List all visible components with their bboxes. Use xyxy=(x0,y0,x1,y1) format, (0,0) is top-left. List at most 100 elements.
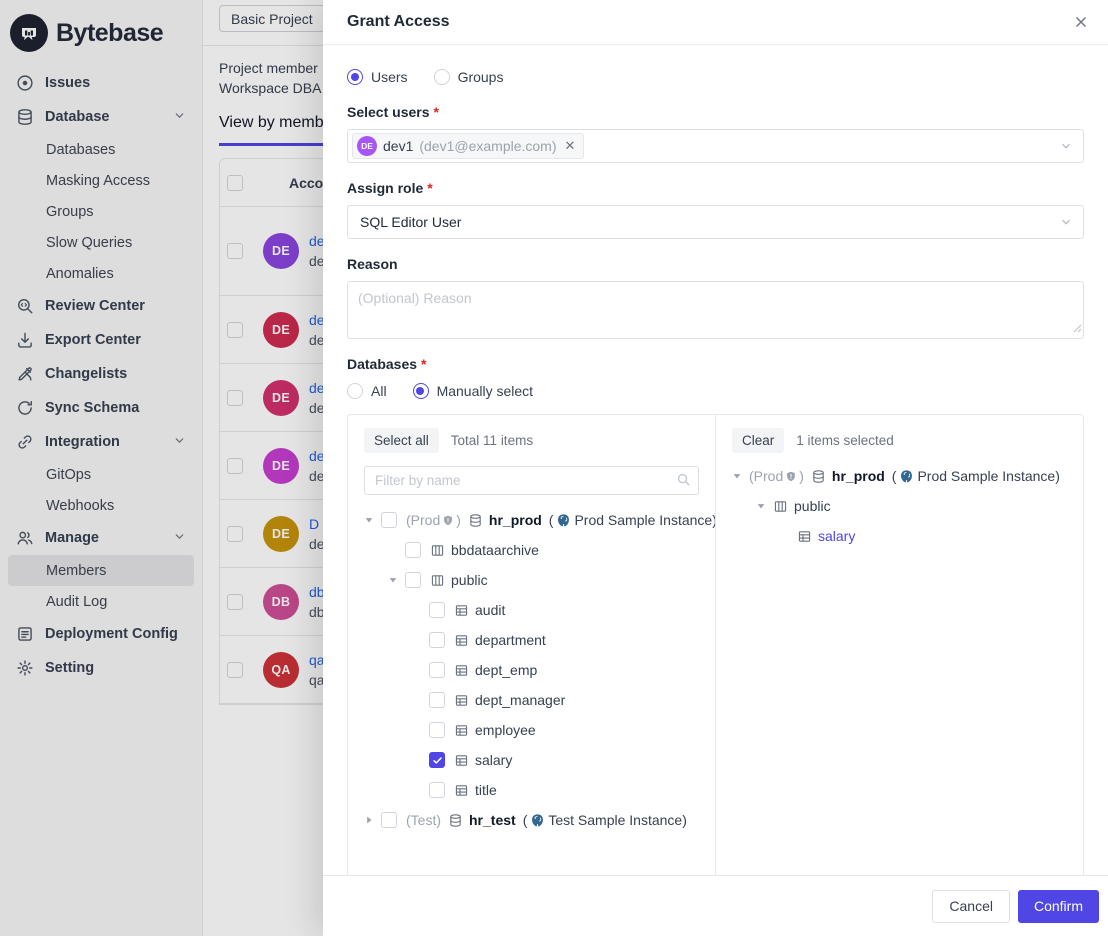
row-checkbox[interactable] xyxy=(227,458,243,474)
sidebar-item-integration[interactable]: Integration xyxy=(8,425,194,459)
table-row[interactable]: DEdede xyxy=(220,364,323,432)
row-checkbox[interactable] xyxy=(227,662,243,678)
row-checkbox[interactable] xyxy=(227,390,243,406)
close-icon[interactable] xyxy=(1070,11,1092,33)
sidebar-item-webhooks[interactable]: Webhooks xyxy=(8,490,194,521)
sidebar-item-slow-queries[interactable]: Slow Queries xyxy=(8,227,194,258)
sidebar-item-label: Webhooks xyxy=(46,498,114,514)
table-row[interactable]: DEdede xyxy=(220,296,323,364)
bytebase-logo[interactable]: Bytebase xyxy=(8,10,194,66)
member-name-link[interactable]: db xyxy=(309,582,323,602)
node-checkbox[interactable] xyxy=(429,722,445,738)
radio-button[interactable] xyxy=(347,383,363,399)
sync-schema-icon xyxy=(16,399,35,418)
node-checkbox[interactable] xyxy=(429,692,445,708)
tab-view-by-members[interactable]: View by members xyxy=(219,114,323,146)
tree-node-salary[interactable]: salary xyxy=(358,745,715,775)
assign-role-select[interactable]: SQL Editor User xyxy=(347,205,1084,239)
tree-node-dept_manager[interactable]: dept_manager xyxy=(358,685,715,715)
tree-node-dept_emp[interactable]: dept_emp xyxy=(358,655,715,685)
node-checkbox[interactable] xyxy=(429,782,445,798)
radio-button[interactable] xyxy=(434,69,450,85)
tree-node-bbdataarchive[interactable]: bbdataarchive xyxy=(358,535,715,565)
tree-node-audit[interactable]: audit xyxy=(358,595,715,625)
sidebar-item-masking-access[interactable]: Masking Access xyxy=(8,165,194,196)
member-name-link[interactable]: D xyxy=(309,514,323,534)
tree-node-employee[interactable]: employee xyxy=(358,715,715,745)
sidebar-item-export-center[interactable]: Export Center xyxy=(8,323,194,357)
radio-button[interactable] xyxy=(413,383,429,399)
select-all-checkbox[interactable] xyxy=(227,175,243,191)
row-checkbox[interactable] xyxy=(227,243,243,259)
sidebar-item-changelists[interactable]: Changelists xyxy=(8,357,194,391)
tree-node-department[interactable]: department xyxy=(358,625,715,655)
member-name-link[interactable]: de xyxy=(309,378,323,398)
sidebar-item-members[interactable]: Members xyxy=(8,555,194,586)
sidebar-item-anomalies[interactable]: Anomalies xyxy=(8,258,194,289)
table-row[interactable]: DEdede xyxy=(220,432,323,500)
select-all-button[interactable]: Select all xyxy=(364,428,439,453)
tree-node-public[interactable]: public xyxy=(358,565,715,595)
node-checkbox[interactable] xyxy=(429,602,445,618)
node-checkbox[interactable] xyxy=(381,512,397,528)
sidebar-item-label: Audit Log xyxy=(46,594,107,610)
table-row[interactable]: DEDde xyxy=(220,500,323,568)
member-name-link[interactable]: de xyxy=(309,310,323,330)
row-checkbox[interactable] xyxy=(227,594,243,610)
member-name-link[interactable]: de xyxy=(309,231,323,251)
table-row[interactable]: QAqaqa xyxy=(220,636,323,704)
resize-handle-icon[interactable] xyxy=(1073,320,1082,336)
sidebar-item-audit-log[interactable]: Audit Log xyxy=(8,586,194,617)
tree-node-hr_test[interactable]: (Test)hr_test( Test Sample Instance) xyxy=(358,805,715,835)
radio-groups[interactable]: Groups xyxy=(434,69,504,85)
member-name-link[interactable]: qa xyxy=(309,650,323,670)
cancel-button[interactable]: Cancel xyxy=(932,890,1010,923)
node-checkbox[interactable] xyxy=(429,752,445,768)
sidebar-item-review-center[interactable]: Review Center xyxy=(8,289,194,323)
radio-manually-select[interactable]: Manually select xyxy=(413,383,534,399)
node-checkbox[interactable] xyxy=(429,632,445,648)
table-row[interactable]: DEdede xyxy=(220,207,323,296)
radio-users[interactable]: Users xyxy=(347,69,408,85)
radio-all[interactable]: All xyxy=(347,383,387,399)
tree-node-salary[interactable]: salary xyxy=(726,521,1083,551)
caret-down-icon[interactable] xyxy=(754,501,768,511)
project-selector[interactable]: Basic Project xyxy=(219,5,323,32)
caret-right-icon[interactable] xyxy=(362,815,376,825)
sidebar-item-databases[interactable]: Databases xyxy=(8,134,194,165)
node-checkbox[interactable] xyxy=(381,812,397,828)
grant-access-modal: Grant Access UsersGroups Select users* D… xyxy=(323,0,1108,936)
node-checkbox[interactable] xyxy=(405,572,421,588)
filter-by-name-input[interactable] xyxy=(364,466,699,495)
caret-down-icon[interactable] xyxy=(386,575,400,585)
avatar: DE xyxy=(263,448,299,484)
reason-textarea[interactable] xyxy=(347,281,1084,339)
table-row[interactable]: DBdbdb xyxy=(220,568,323,636)
db-cylinder-icon xyxy=(811,469,826,484)
sidebar-item-issues[interactable]: Issues xyxy=(8,66,194,100)
tree-node-hr_prod[interactable]: (Prod)hr_prod( Prod Sample Instance) xyxy=(358,505,715,535)
row-checkbox[interactable] xyxy=(227,526,243,542)
sidebar-item-manage[interactable]: Manage xyxy=(8,521,194,555)
node-checkbox[interactable] xyxy=(429,662,445,678)
sidebar-item-setting[interactable]: Setting xyxy=(8,651,194,685)
tree-node-public[interactable]: public xyxy=(726,491,1083,521)
tree-node-title[interactable]: title xyxy=(358,775,715,805)
sidebar-item-database[interactable]: Database xyxy=(8,100,194,134)
clear-button[interactable]: Clear xyxy=(732,428,784,453)
sidebar-item-groups[interactable]: Groups xyxy=(8,196,194,227)
remove-user-icon[interactable]: ✕ xyxy=(563,138,576,154)
sidebar-item-deployment-config[interactable]: Deployment Config xyxy=(8,617,194,651)
select-users-input[interactable]: DE dev1 (dev1@example.com) ✕ xyxy=(347,129,1084,163)
radio-button[interactable] xyxy=(347,69,363,85)
confirm-button[interactable]: Confirm xyxy=(1018,890,1099,923)
sidebar-item-sync-schema[interactable]: Sync Schema xyxy=(8,391,194,425)
caret-down-icon[interactable] xyxy=(362,515,376,525)
row-checkbox[interactable] xyxy=(227,322,243,338)
tree-node-hr_prod[interactable]: (Prod)hr_prod( Prod Sample Instance) xyxy=(726,461,1083,491)
caret-down-icon[interactable] xyxy=(730,471,744,481)
node-checkbox[interactable] xyxy=(405,542,421,558)
project-description: Project member Workspace DBA xyxy=(203,46,323,98)
member-name-link[interactable]: de xyxy=(309,446,323,466)
sidebar-item-gitops[interactable]: GitOps xyxy=(8,459,194,490)
